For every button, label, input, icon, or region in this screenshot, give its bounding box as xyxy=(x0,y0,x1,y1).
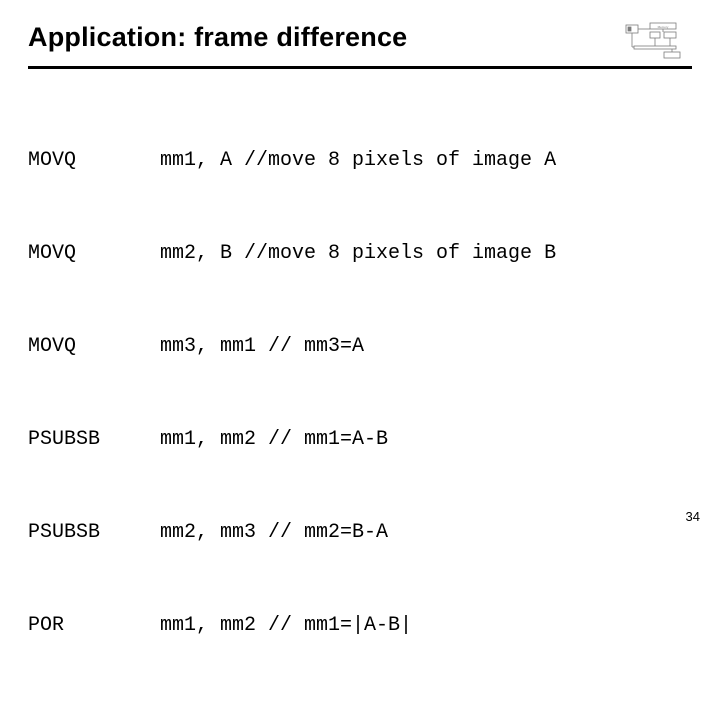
computer-diagram-icon: Memory xyxy=(624,22,692,60)
code-row: MOVQmm2, B //move 8 pixels of image B xyxy=(28,238,692,269)
code-row: MOVQmm1, A //move 8 pixels of image A xyxy=(28,145,692,176)
mnemonic: MOVQ xyxy=(28,238,160,269)
operands: mm2, mm3 // mm2=B-A xyxy=(160,517,388,548)
slide-title: Application: frame difference xyxy=(28,22,407,53)
mnemonic: MOVQ xyxy=(28,331,160,362)
assembly-code-block: MOVQmm1, A //move 8 pixels of image A MO… xyxy=(28,83,692,703)
operands: mm1, mm2 // mm1=A-B xyxy=(160,424,388,455)
page-number: 34 xyxy=(686,509,700,524)
operands: mm2, B //move 8 pixels of image B xyxy=(160,238,556,269)
operands: mm1, A //move 8 pixels of image A xyxy=(160,145,556,176)
title-divider xyxy=(28,66,692,69)
code-row: PSUBSBmm2, mm3 // mm2=B-A xyxy=(28,517,692,548)
mnemonic: MOVQ xyxy=(28,145,160,176)
code-row: MOVQmm3, mm1 // mm3=A xyxy=(28,331,692,362)
mnemonic: POR xyxy=(28,610,160,641)
operands: mm3, mm1 // mm3=A xyxy=(160,331,364,362)
mnemonic: PSUBSB xyxy=(28,517,160,548)
svg-text:Memory: Memory xyxy=(658,25,669,29)
operands: mm1, mm2 // mm1=|A-B| xyxy=(160,610,412,641)
mnemonic: PSUBSB xyxy=(28,424,160,455)
code-row: PSUBSBmm1, mm2 // mm1=A-B xyxy=(28,424,692,455)
code-row: PORmm1, mm2 // mm1=|A-B| xyxy=(28,610,692,641)
